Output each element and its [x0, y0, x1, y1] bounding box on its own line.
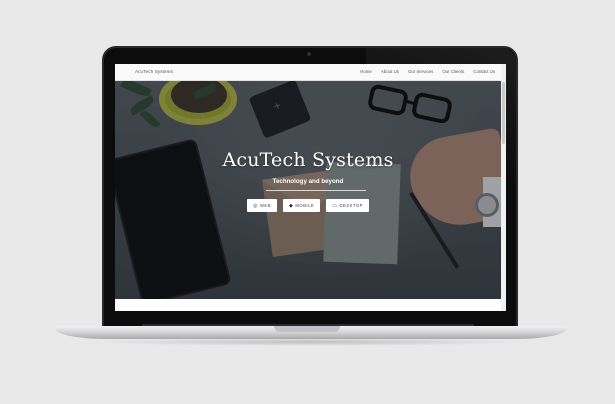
hero-section: AcuTech Systems Technology and beyond ◎ …	[115, 81, 501, 299]
nav-link-home[interactable]: Home	[360, 69, 372, 74]
desktop-button[interactable]: ▭ DESKTOP	[326, 199, 369, 212]
site-navbar: AcuTech Systems Home About Us Our Servic…	[115, 64, 501, 81]
hero-button-row: ◎ WEB ◆ MOBILE ▭ DESKTOP	[115, 199, 501, 212]
globe-icon: ◎	[253, 202, 258, 209]
nav-link-about-us[interactable]: About Us	[381, 69, 399, 74]
scrollbar-thumb[interactable]	[502, 82, 505, 144]
page-scrollbar[interactable]	[501, 64, 506, 311]
nav-menu: Home About Us Our Services Our Clients C…	[360, 69, 495, 74]
mobile-icon: ◆	[289, 202, 294, 209]
laptop-mockup: AcuTech Systems Home About Us Our Servic…	[0, 0, 615, 404]
desktop-icon: ▭	[332, 202, 338, 209]
web-button[interactable]: ◎ WEB	[247, 199, 278, 212]
desktop-button-label: DESKTOP	[339, 203, 363, 208]
mobile-button-label: MOBILE	[295, 203, 315, 208]
nav-link-contact-us[interactable]: Contact Us	[473, 69, 495, 74]
nav-link-our-clients[interactable]: Our Clients	[442, 69, 464, 74]
webcam	[307, 52, 311, 56]
site-brand[interactable]: AcuTech Systems	[135, 69, 173, 74]
mobile-button[interactable]: ◆ MOBILE	[283, 199, 321, 212]
laptop-notch	[274, 326, 340, 332]
web-button-label: WEB	[259, 203, 272, 208]
hero-title: AcuTech Systems	[222, 149, 394, 171]
laptop-screen: AcuTech Systems Home About Us Our Servic…	[115, 64, 506, 311]
laptop-shadow	[90, 338, 530, 346]
hero-divider	[266, 190, 366, 191]
nav-link-our-services[interactable]: Our Services	[408, 69, 433, 74]
hero-subtitle: Technology and beyond	[272, 178, 344, 185]
